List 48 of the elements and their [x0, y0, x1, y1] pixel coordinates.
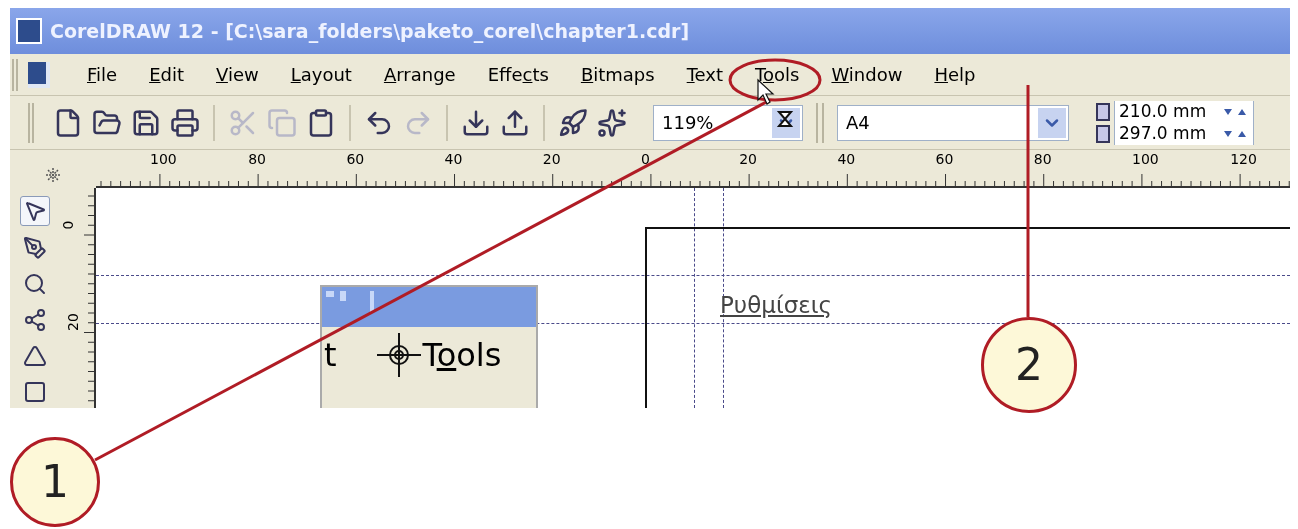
ruler-label: 0: [61, 220, 76, 230]
ruler-label: 20: [542, 152, 561, 166]
menu-item[interactable]: Tools: [740, 61, 815, 88]
window-title: CorelDRAW 12 - [C:\sara_folders\paketo_corel\chapter1.cdr]: [50, 18, 690, 45]
zoom-combo[interactable]: 119%: [653, 104, 803, 141]
sparkle-icon[interactable]: [597, 107, 627, 138]
page-width-icon: [1096, 102, 1110, 121]
ruler-label: 40: [837, 152, 856, 166]
pen-icon[interactable]: [21, 234, 49, 262]
pointer-icon[interactable]: [20, 196, 50, 226]
menu-item[interactable]: Effects: [472, 61, 564, 88]
ruler-label: 120: [1230, 152, 1257, 166]
menu-item[interactable]: File: [72, 61, 133, 88]
ruler-label: 20: [65, 313, 80, 331]
grip-handle[interactable]: [12, 58, 18, 91]
grip-handle[interactable]: [28, 102, 34, 143]
menu-item[interactable]: View: [201, 61, 274, 88]
menu-item[interactable]: Bitmaps: [565, 61, 670, 88]
callout-number: 1: [10, 437, 100, 527]
ruler-label: 100: [150, 152, 177, 166]
rocket-icon[interactable]: [558, 107, 588, 138]
menu-item[interactable]: Layout: [275, 61, 367, 88]
menu-item[interactable]: Help: [919, 61, 991, 88]
grip-handle[interactable]: [816, 102, 824, 143]
menu-item[interactable]: Edit: [134, 61, 199, 88]
ruler-label: 40: [444, 152, 463, 166]
dimension-field[interactable]: 210.0 mm: [1114, 100, 1254, 123]
canvas-text: Ρυθμίσεις: [720, 294, 832, 317]
dimension-field[interactable]: 297.0 mm: [1114, 122, 1254, 145]
hourglass-icon: [776, 111, 794, 127]
page-size-combo[interactable]: A4: [837, 104, 1069, 141]
document-icon: [28, 61, 50, 88]
menu-item[interactable]: Window: [816, 61, 918, 88]
menu-text: t: [324, 339, 337, 371]
app-icon: [16, 18, 42, 44]
ruler-label: 100: [1132, 152, 1159, 166]
menu-item[interactable]: Arrange: [368, 61, 471, 88]
ruler-origin-icon[interactable]: [46, 168, 60, 182]
ruler-label: 60: [935, 152, 954, 166]
ruler-label: 80: [248, 152, 266, 166]
ruler-label: 20: [739, 152, 757, 166]
ruler-label: 60: [346, 152, 365, 166]
page-height-icon: [1096, 124, 1110, 143]
ruler-label: 80: [1033, 152, 1052, 166]
printer-icon[interactable]: [170, 107, 200, 138]
menu-item[interactable]: Text: [671, 61, 739, 88]
crosshair-icon: [376, 333, 421, 377]
ruler-label: 0: [641, 152, 650, 166]
